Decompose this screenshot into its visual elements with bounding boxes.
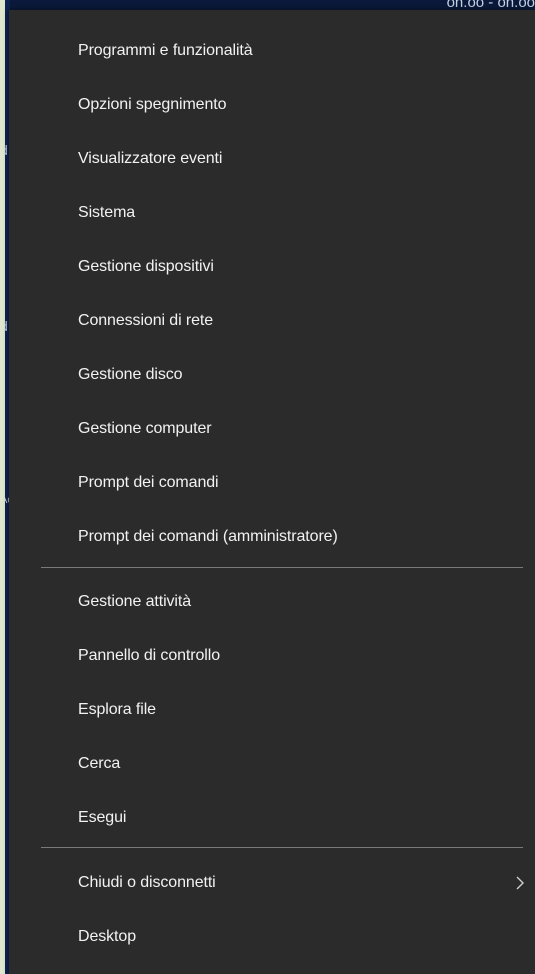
menu-item-label: Connessioni di rete bbox=[78, 312, 214, 329]
menu-item-system[interactable]: Sistema bbox=[9, 188, 535, 238]
menu-item-label: Esplora file bbox=[78, 701, 156, 718]
menu-item-label: Visualizzatore eventi bbox=[78, 150, 223, 167]
menu-item-label: Gestione attività bbox=[78, 593, 192, 610]
menu-item-control-panel[interactable]: Pannello di controllo bbox=[9, 631, 535, 681]
menu-separator bbox=[41, 567, 523, 568]
menu-item-desktop[interactable]: Desktop bbox=[9, 912, 535, 962]
menu-item-label: Programmi e funzionalità bbox=[78, 42, 253, 59]
menu-item-label: Cerca bbox=[78, 755, 121, 772]
chevron-right-icon bbox=[516, 876, 524, 890]
quick-link-context-menu: Programmi e funzionalità Opzioni spegnim… bbox=[9, 10, 535, 974]
menu-item-label: Desktop bbox=[78, 928, 136, 945]
menu-item-file-explorer[interactable]: Esplora file bbox=[9, 685, 535, 735]
menu-item-network-connections[interactable]: Connessioni di rete bbox=[9, 296, 535, 346]
menu-item-disk-management[interactable]: Gestione disco bbox=[9, 350, 535, 400]
menu-item-label: Prompt dei comandi bbox=[78, 474, 219, 491]
menu-item-label: Esegui bbox=[78, 809, 127, 826]
menu-item-device-manager[interactable]: Gestione dispositivi bbox=[9, 242, 535, 292]
menu-item-task-manager[interactable]: Gestione attività bbox=[9, 577, 535, 627]
menu-item-programs-and-features[interactable]: Programmi e funzionalità bbox=[9, 26, 535, 76]
menu-item-command-prompt-admin[interactable]: Prompt dei comandi (amministratore) bbox=[9, 512, 535, 562]
menu-item-shutdown-or-sign-out[interactable]: Chiudi o disconnetti bbox=[9, 858, 535, 908]
menu-item-power-options[interactable]: Opzioni spegnimento bbox=[9, 80, 535, 130]
menu-separator bbox=[41, 847, 523, 848]
menu-item-computer-management[interactable]: Gestione computer bbox=[9, 404, 535, 454]
menu-item-label: Gestione dispositivi bbox=[78, 258, 214, 275]
menu-item-label: Chiudi o disconnetti bbox=[78, 874, 216, 891]
menu-item-label: Sistema bbox=[78, 204, 136, 221]
screenshot-frame bbox=[0, 0, 5, 974]
menu-item-label: Gestione computer bbox=[78, 420, 212, 437]
menu-item-label: Pannello di controllo bbox=[78, 647, 220, 664]
menu-item-label: Prompt dei comandi (amministratore) bbox=[78, 528, 338, 545]
menu-item-label: Gestione disco bbox=[78, 366, 183, 383]
menu-item-search[interactable]: Cerca bbox=[9, 739, 535, 789]
menu-item-event-viewer[interactable]: Visualizzatore eventi bbox=[9, 134, 535, 184]
menu-item-command-prompt[interactable]: Prompt dei comandi bbox=[9, 458, 535, 508]
menu-item-label: Opzioni spegnimento bbox=[78, 96, 227, 113]
menu-item-run[interactable]: Esegui bbox=[9, 793, 535, 843]
